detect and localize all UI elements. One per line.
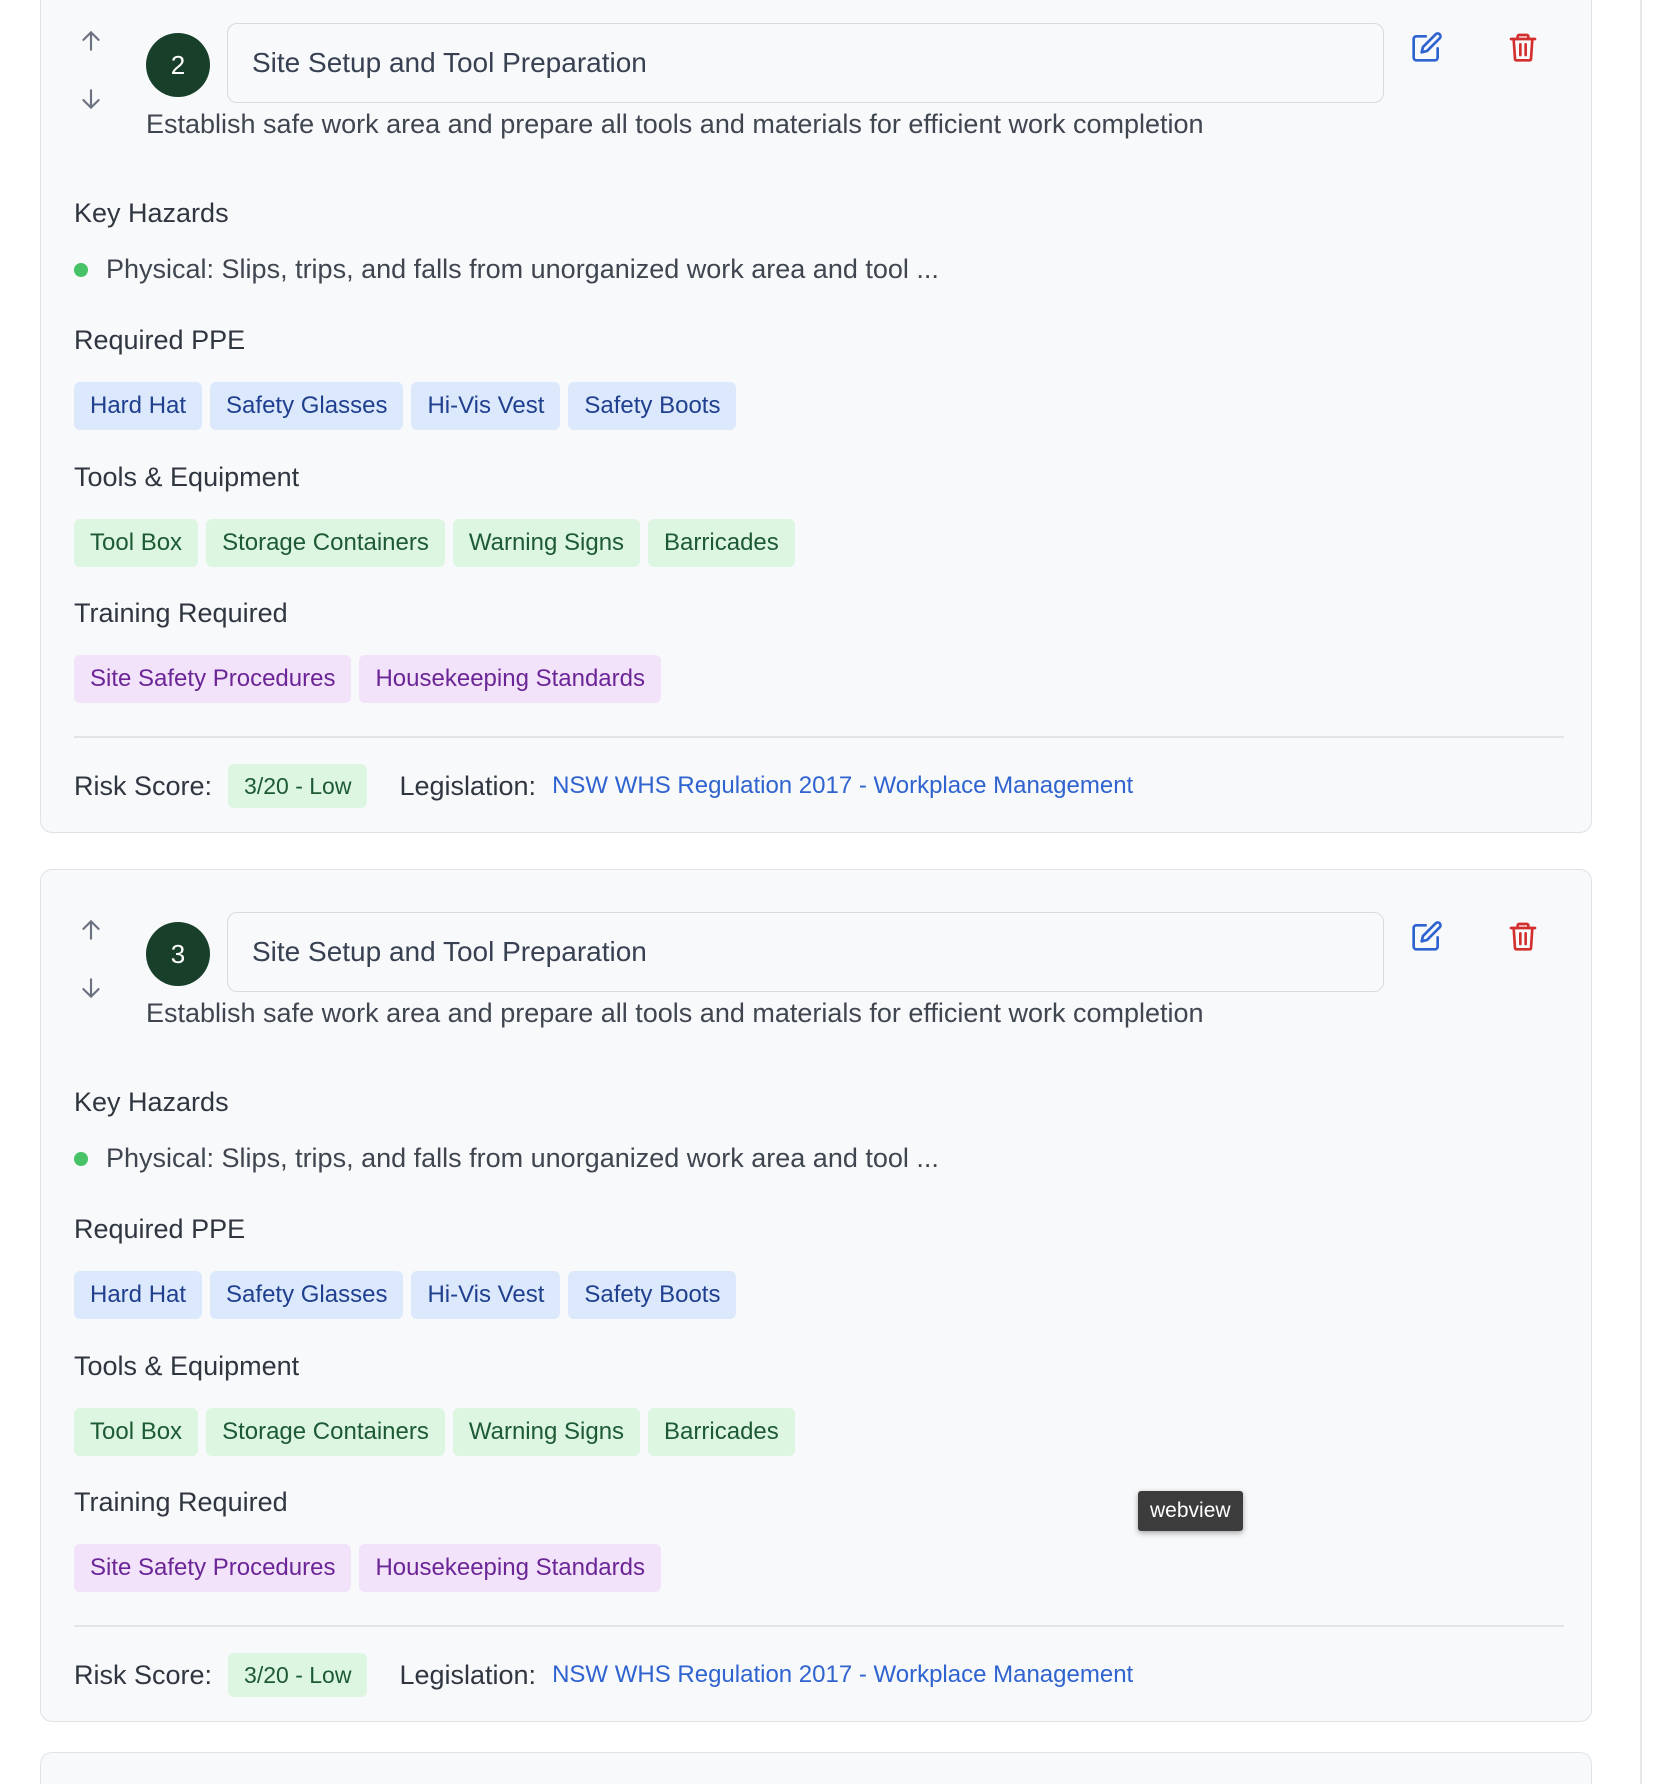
move-down-button[interactable] [73,970,109,1006]
arrow-down-icon [82,978,100,998]
ppe-tag: Hard Hat [74,382,203,430]
ppe-tag: Hard Hat [74,1271,203,1319]
delete-step-button[interactable] [1503,916,1543,956]
key-hazards-heading: Key Hazards [74,198,229,228]
scrollbar[interactable] [1640,0,1642,1784]
legislation-link[interactable]: NSW WHS Regulation 2017 - Workplace Mana… [552,1661,1133,1689]
ppe-tag: Safety Boots [568,382,737,430]
webview-tooltip: webview [1138,1491,1243,1531]
legislation-label: Legislation: [399,1659,537,1690]
legislation-label: Legislation: [399,770,537,801]
training-tag: Site Safety Procedures [74,1544,352,1592]
required-ppe-heading: Required PPE [74,325,246,355]
tool-tag: Tool Box [74,1408,199,1456]
step-number-badge: 2 [146,33,210,97]
hazard-text: Physical: Slips, trips, and falls from u… [106,1143,939,1173]
ppe-tag: Hi-Vis Vest [411,382,561,430]
step-footer: Risk Score: 3/20 - Low Legislation: NSW … [74,764,1133,808]
ppe-tag-list: Hard Hat Safety Glasses Hi-Vis Vest Safe… [74,1271,737,1319]
ppe-tag: Safety Glasses [210,1271,404,1319]
edit-step-button[interactable] [1407,916,1447,956]
tool-tag: Warning Signs [452,1408,641,1456]
trash-icon [1509,922,1537,951]
delete-step-button[interactable] [1503,27,1543,67]
step-card: 2 Establish safe work area and prepare a… [40,0,1592,833]
tool-tag: Storage Containers [206,519,445,567]
required-ppe-heading: Required PPE [74,1214,246,1244]
dot-icon [74,262,88,277]
arrow-up-icon [82,920,100,940]
training-tag: Site Safety Procedures [74,655,352,703]
training-tag: Housekeeping Standards [359,655,661,703]
tools-tag-list: Tool Box Storage Containers Warning Sign… [74,519,795,567]
step-number-badge: 3 [146,922,210,986]
arrow-up-icon [82,31,100,51]
step-footer: Risk Score: 3/20 - Low Legislation: NSW … [74,1653,1133,1697]
risk-score-badge: 3/20 - Low [228,764,368,808]
step-card: 3 Establish safe work area and prepare a… [40,869,1592,1722]
step-description: Establish safe work area and prepare all… [146,109,1204,139]
tool-tag: Warning Signs [452,519,641,567]
legislation-link[interactable]: NSW WHS Regulation 2017 - Workplace Mana… [552,772,1133,800]
key-hazards-heading: Key Hazards [74,1087,229,1117]
tool-tag: Storage Containers [206,1408,445,1456]
hazard-item: Physical: Slips, trips, and falls from u… [74,1143,939,1174]
tool-tag: Barricades [648,519,795,567]
tools-equipment-heading: Tools & Equipment [74,462,300,492]
training-required-heading: Training Required [74,598,288,628]
trash-icon [1509,33,1537,62]
step-title-input[interactable] [227,23,1384,103]
move-up-button[interactable] [73,23,109,59]
training-tag-list: Site Safety Procedures Housekeeping Stan… [74,655,661,703]
risk-score-badge: 3/20 - Low [228,1653,368,1697]
ppe-tag: Hi-Vis Vest [411,1271,561,1319]
hazard-text: Physical: Slips, trips, and falls from u… [106,254,939,284]
hazard-item: Physical: Slips, trips, and falls from u… [74,254,939,285]
step-list-view: 2 Establish safe work area and prepare a… [0,0,1676,1784]
ppe-tag: Safety Glasses [210,382,404,430]
step-card-next [40,1752,1592,1784]
dot-icon [74,1151,88,1166]
ppe-tag-list: Hard Hat Safety Glasses Hi-Vis Vest Safe… [74,382,737,430]
card-divider [74,736,1564,738]
edit-step-button[interactable] [1407,27,1447,67]
step-title-input[interactable] [227,912,1384,992]
move-down-button[interactable] [73,81,109,117]
training-required-heading: Training Required [74,1487,288,1517]
arrow-down-icon [82,89,100,109]
training-tag-list: Site Safety Procedures Housekeeping Stan… [74,1544,661,1592]
tools-equipment-heading: Tools & Equipment [74,1351,300,1381]
edit-icon [1412,32,1442,62]
tool-tag: Tool Box [74,519,199,567]
move-up-button[interactable] [73,912,109,948]
ppe-tag: Safety Boots [568,1271,737,1319]
edit-icon [1412,921,1442,951]
risk-score-label: Risk Score: [74,1659,213,1690]
card-divider [74,1625,1564,1627]
risk-score-label: Risk Score: [74,770,213,801]
tool-tag: Barricades [648,1408,795,1456]
step-description: Establish safe work area and prepare all… [146,998,1204,1028]
tools-tag-list: Tool Box Storage Containers Warning Sign… [74,1408,795,1456]
training-tag: Housekeeping Standards [359,1544,661,1592]
